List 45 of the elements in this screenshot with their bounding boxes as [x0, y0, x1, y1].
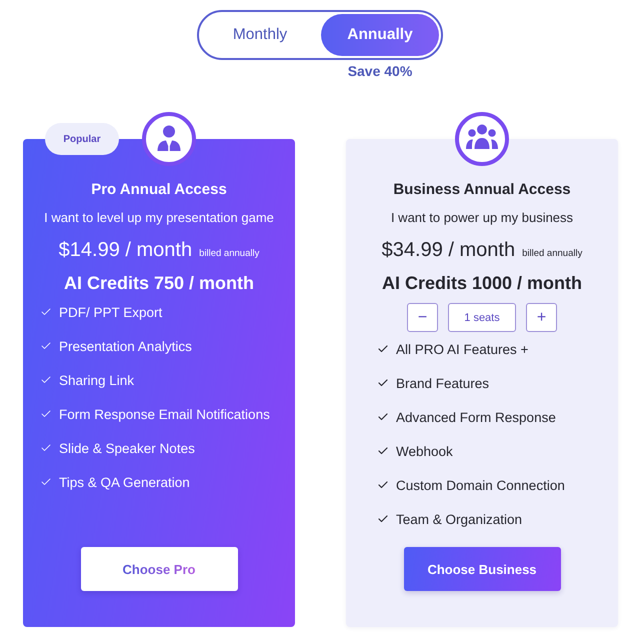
feature-text: Tips & QA Generation: [59, 474, 190, 490]
plan-subtitle: I want to level up my presentation game: [44, 209, 274, 227]
check-icon: [377, 513, 389, 525]
check-icon: [40, 306, 52, 318]
savings-note: Save 40%: [348, 62, 412, 80]
feature-text: Sharing Link: [59, 372, 134, 388]
feature-text: Form Response Email Notifications: [59, 406, 270, 422]
group-icon: [455, 112, 509, 166]
popular-badge: Popular: [45, 123, 119, 155]
plan-price: $34.99 / month: [382, 238, 516, 263]
check-icon: [377, 479, 389, 491]
feature-text: Slide & Speaker Notes: [59, 440, 195, 456]
ai-credits: AI Credits 750 / month: [64, 272, 254, 295]
person-icon: [142, 112, 196, 166]
choose-plan-button[interactable]: Choose Pro: [80, 547, 238, 591]
decrement-button[interactable]: −: [407, 303, 438, 332]
feature-text: Advanced Form Response: [396, 410, 556, 424]
billing-note: billed annually: [199, 248, 260, 259]
check-icon: [377, 445, 389, 457]
feature-text: Presentation Analytics: [59, 338, 192, 354]
feature-text: Brand Features: [396, 376, 490, 390]
check-icon: [377, 411, 389, 423]
feature-text: All PRO AI Features +: [396, 342, 528, 356]
check-icon: [377, 343, 389, 355]
check-icon: [40, 374, 52, 386]
seats-field[interactable]: 1 seats: [448, 303, 516, 332]
ai-credits: AI Credits 1000 / month: [382, 272, 582, 295]
choose-plan-button[interactable]: Choose Business: [404, 547, 560, 591]
check-icon: [40, 442, 52, 454]
check-icon: [40, 408, 52, 420]
feature-text: Team & Organization: [396, 512, 522, 526]
check-icon: [377, 377, 389, 389]
plan-price: $14.99 / month: [58, 238, 192, 263]
feature-text: Custom Domain Connection: [396, 478, 565, 492]
increment-button[interactable]: +: [526, 303, 557, 332]
plan-subtitle: I want to power up my business: [390, 209, 574, 227]
billing-option[interactable]: Monthly: [201, 14, 319, 56]
check-icon: [40, 340, 52, 352]
billing-note: billed annually: [522, 248, 582, 259]
check-icon: [40, 476, 52, 488]
plan-title: Pro Annual Access: [91, 180, 227, 200]
feature-text: PDF/ PPT Export: [59, 304, 162, 320]
feature-text: Webhook: [396, 444, 453, 458]
billing-option[interactable]: Annually: [321, 14, 439, 56]
plan-title: Business Annual Access: [393, 180, 571, 200]
